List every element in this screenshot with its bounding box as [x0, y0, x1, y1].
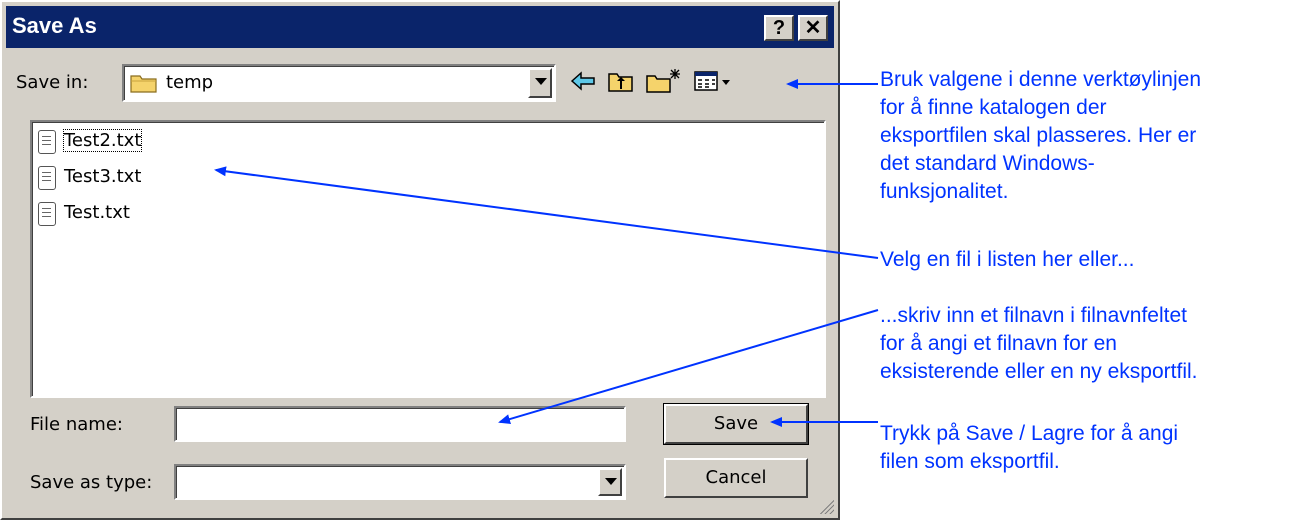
annotation-line: for å finne katalogen der — [880, 96, 1107, 119]
annotation-line: Trykk på Save / Lagre for å angi — [880, 422, 1179, 445]
annotation-line: Bruk valgene i denne verktøylinjen — [880, 68, 1202, 91]
annotation-line: det standard Windows- — [880, 152, 1095, 175]
annotation-file-list: Velg en fil i listen her eller... — [880, 246, 1134, 274]
annotation-file-name: ...skriv inn et filnavn i filnavnfeltet … — [880, 302, 1198, 386]
annotation-line: eksisterende eller en ny eksportfil. — [880, 360, 1198, 383]
annotation-line: for å angi et filnavn for en — [880, 332, 1117, 355]
annotation-line: eksportfilen skal plasseres. Her er — [880, 124, 1197, 147]
annotation-toolbar: Bruk valgene i denne verktøylinjen for å… — [880, 66, 1201, 206]
annotation-line: ...skriv inn et filnavn i filnavnfeltet — [880, 304, 1187, 327]
annotation-save-button: Trykk på Save / Lagre for å angi filen s… — [880, 420, 1178, 476]
annotation-line: Velg en fil i listen her eller... — [880, 248, 1135, 271]
annotation-line: funksjonalitet. — [880, 180, 1009, 203]
arrow-file-name — [498, 309, 879, 424]
annotation-line: filen som eksportfil. — [880, 450, 1060, 473]
arrow-file-list — [214, 166, 879, 259]
